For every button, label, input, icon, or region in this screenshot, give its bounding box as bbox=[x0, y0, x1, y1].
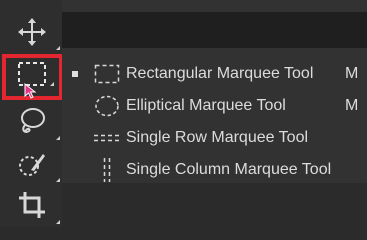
quick-selection-icon bbox=[19, 154, 45, 176]
tools-panel bbox=[0, 0, 62, 227]
flyout-item-label: Rectangular Marquee Tool bbox=[126, 65, 314, 82]
flyout-item-elliptical-marquee[interactable]: Elliptical Marquee Tool M bbox=[62, 90, 367, 122]
quick-selection-tool-button[interactable] bbox=[12, 146, 60, 182]
lasso-tool-button[interactable] bbox=[12, 104, 60, 140]
more-tools-indicator bbox=[56, 220, 60, 224]
flyout-item-label: Single Row Marquee Tool bbox=[126, 129, 309, 146]
options-bar bbox=[62, 12, 367, 48]
more-tools-indicator bbox=[56, 178, 60, 182]
marquee-tools-flyout: Rectangular Marquee Tool M Elliptical Ma… bbox=[62, 53, 367, 183]
single-column-marquee-icon bbox=[103, 158, 111, 182]
rectangular-marquee-icon bbox=[94, 64, 120, 84]
shortcut-key: M bbox=[345, 97, 359, 114]
flyout-item-single-row-marquee[interactable]: Single Row Marquee Tool bbox=[62, 122, 367, 154]
shortcut-key: M bbox=[345, 65, 359, 82]
mouse-pointer-icon bbox=[24, 82, 38, 104]
crop-icon bbox=[19, 192, 45, 218]
move-tool-button[interactable] bbox=[12, 14, 60, 50]
flyout-item-single-column-marquee[interactable]: Single Column Marquee Tool bbox=[62, 154, 367, 186]
active-indicator bbox=[62, 71, 88, 77]
flyout-item-rectangular-marquee[interactable]: Rectangular Marquee Tool M bbox=[62, 58, 367, 90]
single-row-marquee-icon bbox=[94, 134, 120, 142]
flyout-item-label: Single Column Marquee Tool bbox=[126, 161, 332, 178]
flyout-item-label: Elliptical Marquee Tool bbox=[126, 97, 286, 114]
more-tools-indicator bbox=[56, 46, 60, 50]
lasso-icon bbox=[21, 108, 45, 134]
elliptical-marquee-icon bbox=[95, 95, 119, 117]
move-icon bbox=[18, 18, 46, 46]
crop-tool-button[interactable] bbox=[12, 188, 60, 224]
more-tools-indicator bbox=[56, 136, 60, 140]
